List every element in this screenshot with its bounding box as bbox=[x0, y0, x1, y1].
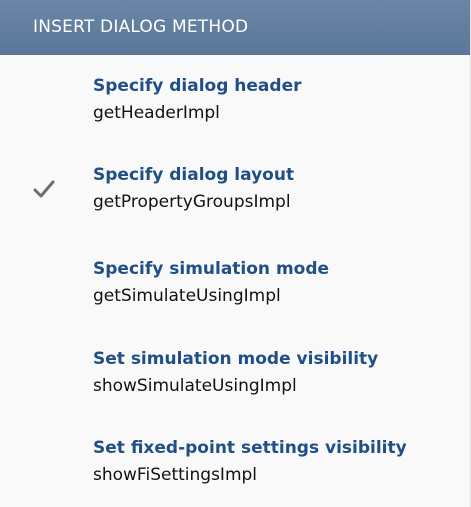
menu-item-method: getSimulateUsingImpl bbox=[93, 286, 281, 306]
checkmark-icon bbox=[33, 179, 55, 199]
menu-item-method: getHeaderImpl bbox=[93, 103, 220, 123]
menu-item-method: showFiSettingsImpl bbox=[93, 465, 258, 485]
menu-item-set-fixed-point-settings-visibility[interactable]: Set fixed-point settings visibility show… bbox=[0, 438, 470, 507]
menu-item-method: showSimulateUsingImpl bbox=[93, 376, 297, 396]
insert-dialog-method-menu: INSERT DIALOG METHOD Specify dialog head… bbox=[0, 0, 471, 507]
menu-header: INSERT DIALOG METHOD bbox=[0, 0, 470, 55]
menu-item-specify-dialog-layout[interactable]: Specify dialog layout getPropertyGroupsI… bbox=[0, 165, 470, 245]
menu-item-specify-dialog-header[interactable]: Specify dialog header getHeaderImpl bbox=[0, 76, 470, 156]
menu-item-set-simulation-mode-visibility[interactable]: Set simulation mode visibility showSimul… bbox=[0, 349, 470, 429]
menu-item-method: getPropertyGroupsImpl bbox=[93, 192, 291, 212]
menu-item-title: Specify simulation mode bbox=[93, 259, 330, 279]
menu-item-title: Set fixed-point settings visibility bbox=[93, 438, 407, 458]
menu-item-title: Specify dialog header bbox=[93, 76, 302, 96]
menu-item-title: Specify dialog layout bbox=[93, 165, 295, 185]
menu-item-specify-simulation-mode[interactable]: Specify simulation mode getSimulateUsing… bbox=[0, 259, 470, 339]
menu-item-title: Set simulation mode visibility bbox=[93, 349, 379, 369]
